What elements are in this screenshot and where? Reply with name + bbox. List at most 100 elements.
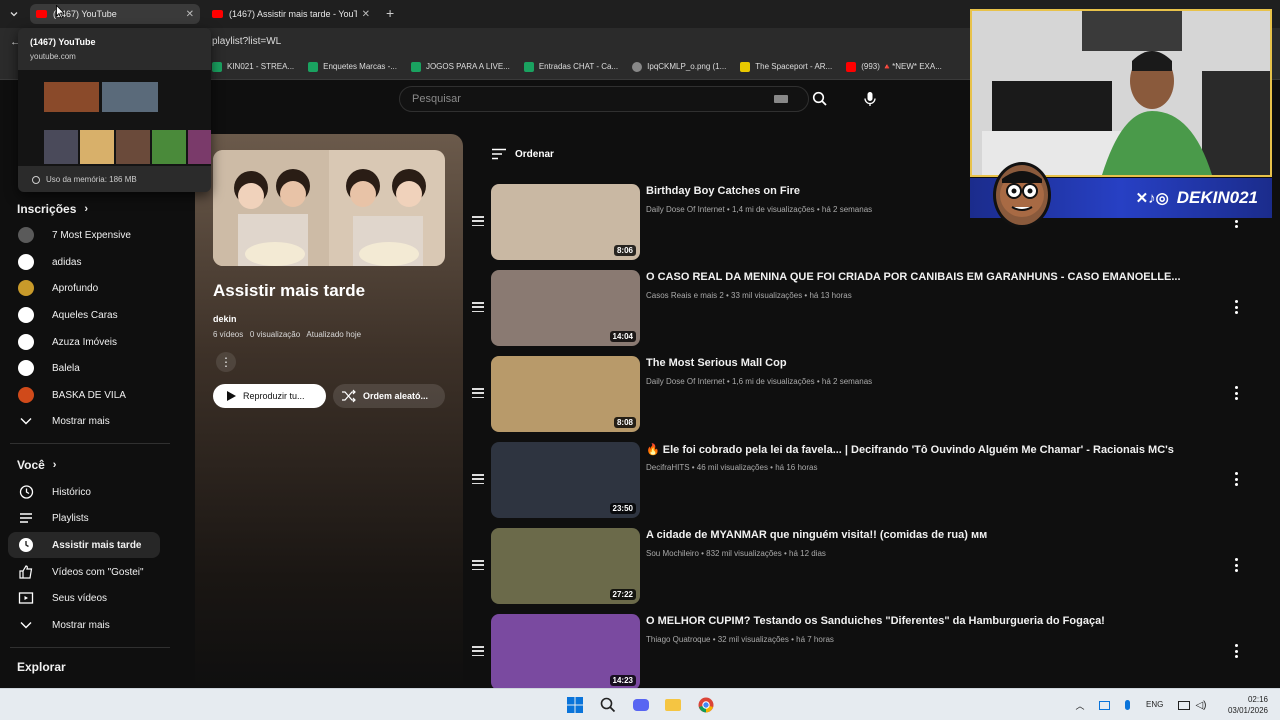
chrome-app-button[interactable] xyxy=(697,696,715,714)
drag-handle-icon[interactable] xyxy=(472,560,484,570)
search-button[interactable] xyxy=(808,86,832,112)
video-thumbnail[interactable]: 8:06 xyxy=(491,184,640,260)
video-menu-icon[interactable] xyxy=(1232,300,1240,314)
url-field[interactable]: playlist?list=WL xyxy=(212,36,281,47)
chevron-right-icon: › xyxy=(52,459,57,471)
channel-avatar xyxy=(18,227,34,243)
playlist-thumbnail[interactable] xyxy=(213,150,445,266)
sort-button[interactable]: Ordenar xyxy=(491,148,554,160)
bookmark-item[interactable]: Enquetes Marcas -... xyxy=(308,61,397,72)
video-menu-icon[interactable] xyxy=(1232,644,1240,658)
you-header[interactable]: Você › xyxy=(17,458,56,472)
video-thumbnail[interactable]: 14:23 xyxy=(491,614,640,690)
subscription-item[interactable]: Aprofundo xyxy=(8,275,160,301)
search-icon xyxy=(600,697,616,713)
playlist-video-row[interactable]: 27:22 A cidade de MYANMAR que ninguém vis… xyxy=(470,528,1250,606)
video-meta: Sou Mochileiro • 832 mil visualizações •… xyxy=(646,549,826,558)
video-meta: Daily Dose Of Internet • 1,6 mi de visua… xyxy=(646,377,873,386)
video-menu-icon[interactable] xyxy=(1232,472,1240,486)
channel-avatar xyxy=(18,307,34,323)
video-title[interactable]: Birthday Boy Catches on Fire xyxy=(646,185,800,197)
video-menu-icon[interactable] xyxy=(1232,558,1240,572)
drag-handle-icon[interactable] xyxy=(472,216,484,226)
close-tab-icon[interactable]: ✕ xyxy=(186,9,194,20)
bookmark-item[interactable]: The Spaceport - AR... xyxy=(740,61,832,72)
playlist-video-row[interactable]: 23:50 🔥 Ele foi cobrado pela lei da favel… xyxy=(470,442,1250,520)
sidebar-item-watch-later[interactable]: Assistir mais tarde xyxy=(8,532,160,558)
playlist-video-row[interactable]: 8:08 The Most Serious Mall Cop Daily Dose … xyxy=(470,356,1250,434)
video-title[interactable]: A cidade de MYANMAR que ninguém visita!!… xyxy=(646,529,987,541)
bookmark-item[interactable]: JOGOS PARA A LIVE... xyxy=(410,61,510,72)
voice-search-button[interactable] xyxy=(858,86,882,112)
subscription-item[interactable]: 7 Most Expensive xyxy=(8,222,160,248)
youtube-favicon-icon xyxy=(36,10,47,18)
drag-handle-icon[interactable] xyxy=(472,646,484,656)
subscription-item[interactable]: Aqueles Caras xyxy=(8,302,160,328)
more-vertical-icon: ⋮ xyxy=(220,355,232,369)
subscription-item[interactable]: adidas xyxy=(8,249,160,275)
taskbar-search-button[interactable] xyxy=(599,696,617,714)
start-button[interactable] xyxy=(566,696,584,714)
history-icon xyxy=(18,484,34,500)
video-title[interactable]: O CASO REAL DA MENINA QUE FOI CRIADA POR… xyxy=(646,271,1181,283)
preview-title: (1467) YouTube xyxy=(30,37,96,47)
network-icon[interactable] xyxy=(1175,696,1193,714)
show-more-subscriptions[interactable]: Mostrar mais xyxy=(8,408,160,434)
sidebar-item-liked-videos[interactable]: Vídeos com "Gostei" xyxy=(8,559,160,585)
sidebar-item-history[interactable]: Histórico xyxy=(8,479,160,505)
clock-time: 02:16 xyxy=(1247,695,1268,704)
tab-search-button[interactable] xyxy=(6,6,22,22)
video-title[interactable]: O MELHOR CUPIM? Testando os Sanduiches "… xyxy=(646,615,1105,627)
keyboard-language[interactable]: ENG xyxy=(1146,700,1163,709)
shuffle-icon xyxy=(342,389,356,403)
memory-usage: Uso da memória: 186 MB xyxy=(32,175,137,184)
volume-icon[interactable]: ◁) xyxy=(1192,696,1210,714)
preview-domain: youtube.com xyxy=(30,52,76,61)
chevron-down-icon xyxy=(18,617,34,633)
drag-handle-icon[interactable] xyxy=(472,388,484,398)
close-tab-icon[interactable]: ✕ xyxy=(362,9,370,20)
bookmark-item[interactable]: (993) 🔺*NEW* EXA... xyxy=(846,61,942,72)
playlist-author[interactable]: dekin xyxy=(213,314,237,324)
shuffle-button[interactable]: Ordem aleató... xyxy=(333,384,445,408)
playlist-more-button[interactable]: ⋮ xyxy=(216,352,236,372)
show-more-you[interactable]: Mostrar mais xyxy=(8,612,160,638)
file-explorer-button[interactable] xyxy=(664,696,682,714)
video-thumbnail[interactable]: 14:04 xyxy=(491,270,640,346)
playlist-video-row[interactable]: 14:04 O CASO REAL DA MENINA QUE FOI CRIAD… xyxy=(470,270,1250,348)
bookmark-item[interactable]: KIN021 - STREA... xyxy=(212,61,294,72)
preview-video-thumb xyxy=(102,82,158,112)
sidebar-item-your-videos[interactable]: Seus vídeos xyxy=(8,585,160,611)
video-title[interactable]: 🔥 Ele foi cobrado pela lei da favela... … xyxy=(646,443,1174,456)
drag-handle-icon[interactable] xyxy=(472,302,484,312)
subscription-item[interactable]: BASKA DE VILA xyxy=(8,382,160,408)
subscription-item[interactable]: Balela xyxy=(8,355,160,381)
new-tab-button[interactable]: + xyxy=(386,5,394,21)
clock-icon xyxy=(18,537,34,553)
tray-sync-icon[interactable] xyxy=(1095,696,1113,714)
subscription-item[interactable]: Azuza Imóveis xyxy=(8,329,160,355)
drag-handle-icon[interactable] xyxy=(472,474,484,484)
video-title[interactable]: The Most Serious Mall Cop xyxy=(646,357,787,369)
video-thumbnail[interactable]: 23:50 xyxy=(491,442,640,518)
tray-microphone-icon[interactable] xyxy=(1118,696,1136,714)
video-duration: 8:06 xyxy=(613,245,636,256)
preview-video-thumb xyxy=(188,130,211,164)
discord-app-button[interactable] xyxy=(632,696,650,714)
play-all-button[interactable]: Reproduzir tu... xyxy=(213,384,326,408)
bookmark-item[interactable]: Entradas CHAT - Ca... xyxy=(523,61,618,72)
browser-tab-watch-later[interactable]: (1467) Assistir mais tarde - YouT ✕ xyxy=(206,4,376,24)
search-input[interactable]: Pesquisar xyxy=(399,86,809,112)
video-thumbnail[interactable]: 8:08 xyxy=(491,356,640,432)
sidebar-item-playlists[interactable]: Playlists xyxy=(8,505,160,531)
video-meta: DecifraHITS • 46 mil visualizações • há … xyxy=(646,463,818,472)
video-menu-icon[interactable] xyxy=(1232,386,1240,400)
bookmark-item[interactable]: IpqCKMLP_o.png (1... xyxy=(632,61,726,72)
playlist-video-row[interactable]: 14:23 O MELHOR CUPIM? Testando os Sanduic… xyxy=(470,614,1250,692)
taskbar-clock[interactable]: 02:16 03/01/2026 xyxy=(1228,694,1268,716)
show-hidden-icons-button[interactable]: ︿ xyxy=(1071,696,1089,714)
cartoon-avatar-icon xyxy=(993,162,1051,228)
subscriptions-header[interactable]: Inscrições › xyxy=(17,202,88,216)
video-thumbnail[interactable]: 27:22 xyxy=(491,528,640,604)
keyboard-icon[interactable] xyxy=(774,95,788,103)
